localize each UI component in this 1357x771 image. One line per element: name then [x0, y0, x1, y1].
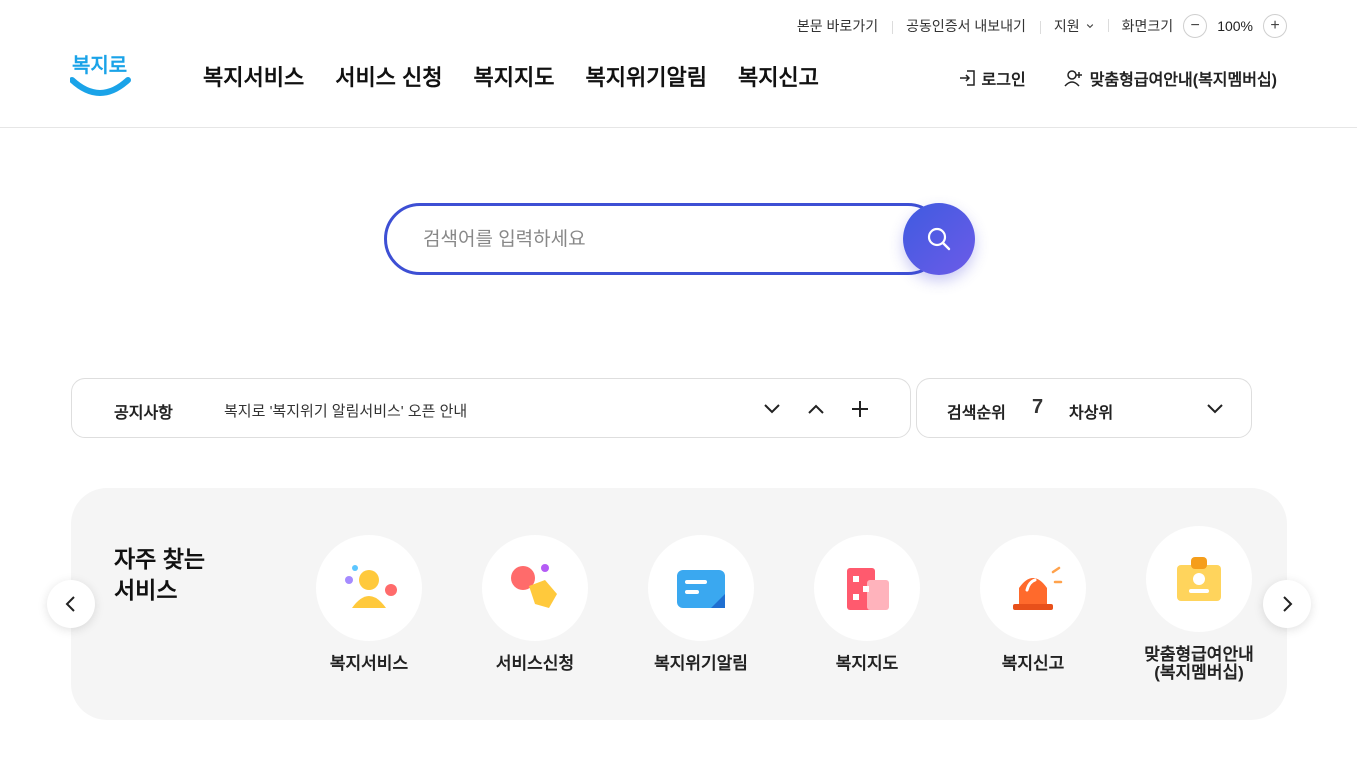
- service-icon-circle: [648, 535, 754, 641]
- search-ranking: 검색순위 7 차상위: [916, 378, 1252, 438]
- notice-bar: 공지사항 복지로 '복지위기 알림서비스' 오픈 안내: [71, 378, 911, 438]
- export-certificate-label: 공동인증서 내보내기: [906, 18, 1026, 34]
- ranking-number: 7: [1032, 396, 1044, 418]
- service-item-membership[interactable]: 맞춤형급여안내 (복지멤버십): [1129, 526, 1269, 682]
- login-icon: [959, 70, 975, 86]
- plus-icon: [852, 401, 868, 417]
- search-box: [384, 203, 944, 275]
- membership-label: 맞춤형급여안내(복지멤버십): [1089, 72, 1277, 89]
- frequent-services: 자주 찾는 서비스 복지서비스 서비스신청 복지위기알림 복지지도 복지신고 맞…: [71, 488, 1287, 720]
- notice-prev-button[interactable]: [806, 399, 826, 419]
- main-search: [384, 203, 975, 275]
- nav-welfare-service[interactable]: 복지서비스: [203, 60, 304, 92]
- services-prev-button[interactable]: [47, 580, 95, 628]
- support-dropdown[interactable]: 지원: [1039, 16, 1108, 36]
- notice-more-button[interactable]: [850, 399, 870, 419]
- service-item-service-apply[interactable]: 서비스신청: [465, 535, 605, 673]
- notice-text[interactable]: 복지로 '복지위기 알림서비스' 오픈 안내: [224, 400, 467, 421]
- ranking-expand-button[interactable]: [1205, 399, 1225, 419]
- service-icon-circle: [980, 535, 1086, 641]
- support-label: 지원: [1053, 18, 1080, 34]
- service-icon-circle: [316, 535, 422, 641]
- export-certificate-link[interactable]: 공동인증서 내보내기: [892, 16, 1040, 36]
- chevron-down-icon: [764, 404, 780, 414]
- service-item-welfare-service[interactable]: 복지서비스: [299, 535, 439, 673]
- skip-to-content-link[interactable]: 본문 바로가기: [783, 16, 892, 36]
- main-navigation: 복지서비스 서비스 신청 복지지도 복지위기알림 복지신고: [203, 60, 819, 92]
- zoom-in-button[interactable]: +: [1263, 14, 1287, 38]
- chevron-down-icon: [1207, 404, 1223, 414]
- notice-next-button[interactable]: [762, 399, 782, 419]
- membership-card-icon: [1177, 557, 1221, 601]
- chevron-left-icon: [65, 596, 75, 612]
- service-label: 복지지도: [835, 654, 899, 673]
- site-header: 본문 바로가기 공동인증서 내보내기 지원 화면크기 − 100% + 복지로 …: [0, 0, 1357, 128]
- message-alert-icon: [677, 570, 725, 608]
- person-service-icon: [345, 565, 397, 608]
- zoom-out-button[interactable]: −: [1183, 14, 1208, 38]
- zoom-value: 100%: [1217, 18, 1253, 34]
- screen-zoom-control: 화면크기 − 100% +: [1107, 14, 1287, 38]
- services-next-button[interactable]: [1263, 580, 1311, 628]
- service-item-welfare-report[interactable]: 복지신고: [963, 535, 1103, 673]
- service-item-welfare-map[interactable]: 복지지도: [797, 535, 937, 673]
- siren-icon: [1013, 566, 1063, 610]
- chevron-up-icon: [808, 404, 824, 414]
- login-label: 로그인: [981, 72, 1026, 89]
- utility-bar: 본문 바로가기 공동인증서 내보내기 지원 화면크기 − 100% +: [783, 14, 1287, 38]
- ranking-keyword[interactable]: 차상위: [1069, 399, 1113, 423]
- search-button[interactable]: [903, 203, 975, 275]
- membership-link[interactable]: 맞춤형급여안내(복지멤버십): [1064, 66, 1277, 90]
- nav-welfare-crisis-alert[interactable]: 복지위기알림: [586, 60, 707, 92]
- service-label: 서비스신청: [495, 654, 575, 673]
- service-icon-circle: [814, 535, 920, 641]
- user-add-icon: [1064, 70, 1082, 87]
- chevron-down-icon: [1086, 24, 1093, 29]
- nav-service-apply[interactable]: 서비스 신청: [335, 60, 442, 92]
- service-item-crisis-alert[interactable]: 복지위기알림: [631, 535, 771, 673]
- service-icon-circle: [482, 535, 588, 641]
- search-icon: [927, 227, 951, 251]
- login-link[interactable]: 로그인: [958, 66, 1026, 90]
- logo-text: 복지로: [72, 54, 127, 77]
- service-label: 복지신고: [1001, 654, 1065, 673]
- service-icon-circle: [1146, 526, 1252, 632]
- ranking-title: 검색순위: [947, 405, 1006, 422]
- notice-title: 공지사항: [114, 405, 173, 422]
- site-logo[interactable]: 복지로: [69, 48, 132, 100]
- skip-to-content-label: 본문 바로가기: [796, 18, 879, 34]
- frequent-services-heading: 자주 찾는 서비스: [114, 546, 206, 603]
- bokjiro-logo-icon: 복지로: [69, 54, 131, 96]
- service-label: 복지서비스: [329, 654, 409, 673]
- service-label: 맞춤형급여안내 (복지멤버십): [1144, 645, 1254, 682]
- nav-welfare-report[interactable]: 복지신고: [738, 60, 819, 92]
- hand-apply-icon: [511, 564, 557, 608]
- service-label: 복지위기알림: [654, 654, 748, 673]
- header-actions: 로그인 맞춤형급여안내(복지멤버십): [958, 66, 1277, 90]
- search-input[interactable]: [423, 224, 893, 256]
- nav-welfare-map[interactable]: 복지지도: [474, 60, 555, 92]
- chevron-right-icon: [1283, 596, 1293, 612]
- building-map-icon: [847, 568, 889, 610]
- screen-size-label: 화면크기: [1121, 18, 1174, 34]
